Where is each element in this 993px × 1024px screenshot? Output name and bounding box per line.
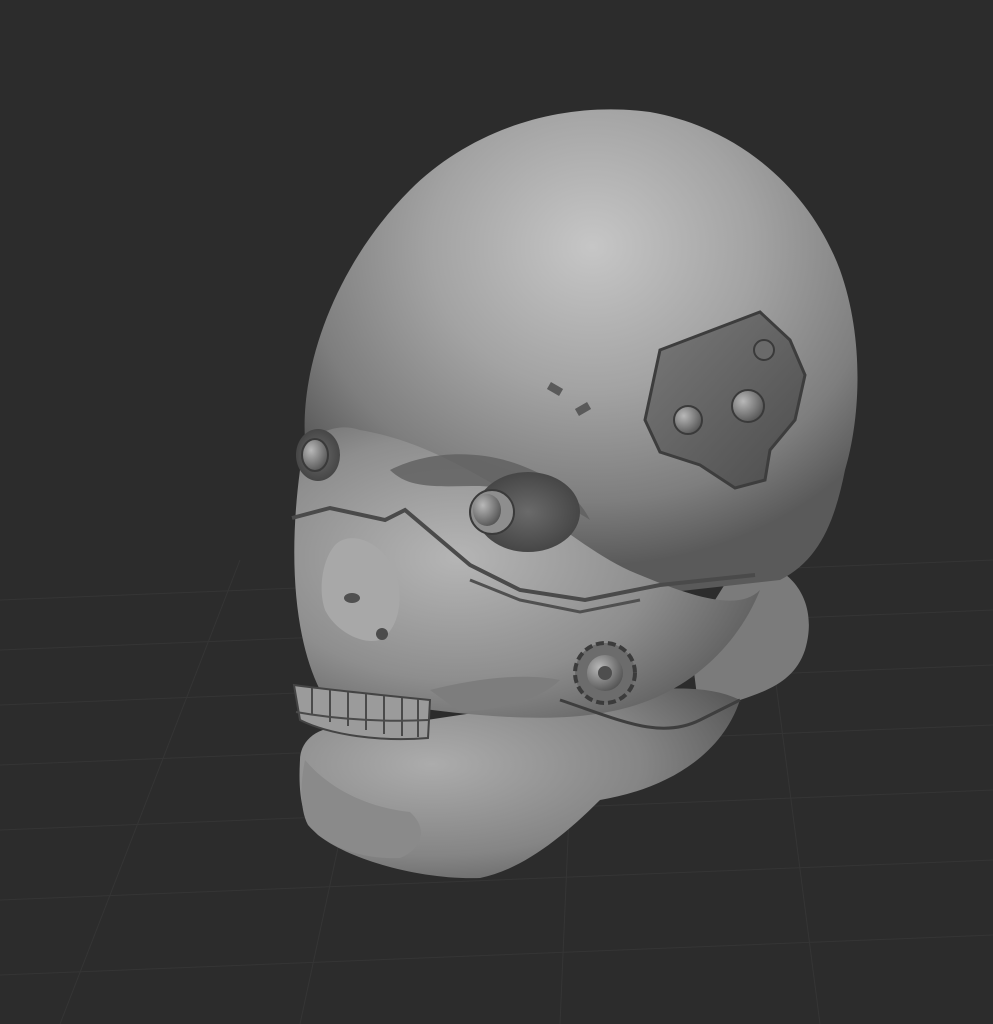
3d-viewport[interactable] (0, 0, 993, 1024)
viewport-canvas[interactable] (0, 0, 993, 1024)
temple-bolt-2 (731, 389, 765, 423)
temple-bolt-3 (753, 339, 775, 361)
right-eye-lens (469, 489, 515, 535)
nostril-right (376, 628, 388, 640)
cyborg-skull-model[interactable] (291, 109, 858, 879)
temple-bolt-1 (673, 405, 703, 435)
jaw-gear (573, 641, 637, 705)
left-eye-lens (301, 438, 329, 472)
nostril-left (344, 593, 360, 603)
